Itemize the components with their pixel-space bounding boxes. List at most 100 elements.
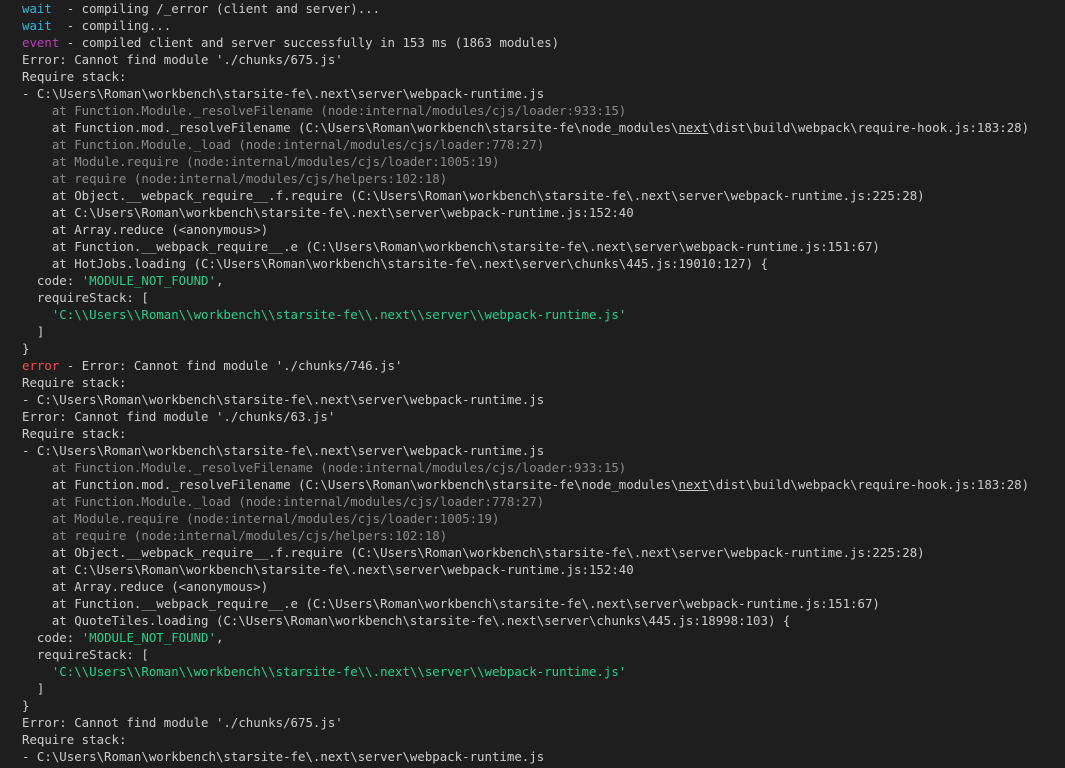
- terminal-text-segment: at Object.__webpack_require__.f.require …: [22, 188, 925, 203]
- terminal-text-segment: - C:\Users\Roman\workbench\starsite-fe\.…: [22, 392, 545, 407]
- terminal-text-segment: - C:\Users\Roman\workbench\starsite-fe\.…: [22, 443, 545, 458]
- terminal-text-segment: at Function.Module._load (node:internal/…: [22, 494, 545, 509]
- terminal-line: 'C:\\Users\\Roman\\workbench\\starsite-f…: [22, 306, 626, 323]
- terminal-text-segment: at Function.mod._resolveFilename (C:\Use…: [22, 477, 679, 492]
- terminal-text-segment: at require (node:internal/modules/cjs/he…: [22, 171, 448, 186]
- terminal-text-segment: ]: [22, 681, 45, 696]
- terminal-text-segment: - compiling...: [51, 18, 172, 33]
- terminal-line: - C:\Users\Roman\workbench\starsite-fe\.…: [22, 391, 544, 408]
- terminal-line: event - compiled client and server succe…: [22, 34, 559, 51]
- terminal-line: - C:\Users\Roman\workbench\starsite-fe\.…: [22, 442, 544, 459]
- terminal-text-segment: at C:\Users\Roman\workbench\starsite-fe\…: [22, 562, 634, 577]
- terminal-line: Require stack:: [22, 68, 126, 85]
- terminal-line: at Function.Module._resolveFilename (nod…: [22, 459, 626, 476]
- terminal-line: Error: Cannot find module './chunks/675.…: [22, 51, 343, 68]
- terminal-text-segment: ,: [215, 273, 224, 288]
- terminal-line: }: [22, 340, 29, 357]
- terminal-text-segment: at Array.reduce (<anonymous>): [22, 222, 269, 237]
- terminal-text-segment: Error: Cannot find module './chunks/675.…: [22, 715, 343, 730]
- terminal-text-segment: at Module.require (node:internal/modules…: [22, 511, 500, 526]
- terminal-text-segment: Error: Cannot find module './chunks/63.j…: [22, 409, 336, 424]
- terminal-text-segment: - C:\Users\Roman\workbench\starsite-fe\.…: [22, 749, 545, 764]
- terminal-line: at Function.Module._load (node:internal/…: [22, 136, 544, 153]
- terminal-text-segment: at Function.Module._load (node:internal/…: [22, 137, 545, 152]
- terminal-link-text[interactable]: next: [678, 477, 708, 492]
- terminal-text-segment: \dist\build\webpack\require-hook.js:183:…: [708, 120, 1030, 135]
- terminal-text-segment: ]: [22, 324, 45, 339]
- terminal-line: 'C:\\Users\\Roman\\workbench\\starsite-f…: [22, 663, 626, 680]
- terminal-text-segment: - C:\Users\Roman\workbench\starsite-fe\.…: [22, 86, 545, 101]
- terminal-text-segment: at Object.__webpack_require__.f.require …: [22, 545, 925, 560]
- terminal-line: wait - compiling...: [22, 17, 171, 34]
- terminal-text-segment: at Array.reduce (<anonymous>): [22, 579, 269, 594]
- terminal-text-segment: at C:\Users\Roman\workbench\starsite-fe\…: [22, 205, 634, 220]
- terminal-text-segment: - compiling /_error (client and server).…: [51, 1, 381, 16]
- terminal-line: at Function.Module._resolveFilename (nod…: [22, 102, 626, 119]
- terminal-line: code: 'MODULE_NOT_FOUND',: [22, 272, 224, 289]
- terminal-line: at Function.mod._resolveFilename (C:\Use…: [22, 119, 1029, 136]
- terminal-line: wait - compiling /_error (client and ser…: [22, 0, 380, 17]
- terminal-line: at Function.__webpack_require__.e (C:\Us…: [22, 238, 880, 255]
- terminal-text-segment: wait: [22, 1, 52, 16]
- terminal-text-segment: Error: Cannot find module './chunks/675.…: [22, 52, 343, 67]
- terminal-text-segment: at Function.Module._resolveFilename (nod…: [22, 103, 627, 118]
- terminal-text-segment: }: [22, 341, 30, 356]
- terminal-text-segment: 'C:\\Users\\Roman\\workbench\\starsite-f…: [51, 307, 627, 322]
- terminal-line: code: 'MODULE_NOT_FOUND',: [22, 629, 224, 646]
- terminal-text-segment: error: [22, 358, 60, 373]
- terminal-text-segment: Require stack:: [22, 732, 127, 747]
- terminal-line: at require (node:internal/modules/cjs/he…: [22, 170, 447, 187]
- terminal-line: at Function.mod._resolveFilename (C:\Use…: [22, 476, 1029, 493]
- terminal-line: ]: [22, 323, 44, 340]
- terminal-line: at QuoteTiles.loading (C:\Users\Roman\wo…: [22, 612, 791, 629]
- terminal-text-segment: at Function.__webpack_require__.e (C:\Us…: [22, 596, 880, 611]
- terminal-line: error - Error: Cannot find module './chu…: [22, 357, 402, 374]
- terminal-output[interactable]: wait - compiling /_error (client and ser…: [0, 0, 1065, 768]
- terminal-line: at Object.__webpack_require__.f.require …: [22, 544, 925, 561]
- terminal-link-text[interactable]: next: [678, 120, 708, 135]
- terminal-line: at require (node:internal/modules/cjs/he…: [22, 527, 447, 544]
- terminal-line: at Array.reduce (<anonymous>): [22, 221, 268, 238]
- terminal-text-segment: Require stack:: [22, 426, 127, 441]
- terminal-text-segment: at Function.mod._resolveFilename (C:\Use…: [22, 120, 679, 135]
- terminal-line: at Module.require (node:internal/modules…: [22, 510, 500, 527]
- terminal-line: at Function.__webpack_require__.e (C:\Us…: [22, 595, 880, 612]
- terminal-text-segment: 'C:\\Users\\Roman\\workbench\\starsite-f…: [51, 664, 627, 679]
- terminal-text-segment: at Module.require (node:internal/modules…: [22, 154, 500, 169]
- terminal-line: Error: Cannot find module './chunks/63.j…: [22, 408, 335, 425]
- terminal-line: at Object.__webpack_require__.f.require …: [22, 187, 925, 204]
- terminal-text-segment: at Function.__webpack_require__.e (C:\Us…: [22, 239, 880, 254]
- terminal-line: at Module.require (node:internal/modules…: [22, 153, 500, 170]
- terminal-text-segment: code:: [22, 630, 82, 645]
- terminal-text-segment: - Error: Cannot find module './chunks/74…: [59, 358, 403, 373]
- terminal-line: Error: Cannot find module './chunks/675.…: [22, 714, 343, 731]
- terminal-line: ]: [22, 680, 44, 697]
- terminal-text-segment: }: [22, 698, 30, 713]
- terminal-line: Require stack:: [22, 731, 126, 748]
- terminal-line: at C:\Users\Roman\workbench\starsite-fe\…: [22, 204, 634, 221]
- terminal-line: at Array.reduce (<anonymous>): [22, 578, 268, 595]
- terminal-line: at Function.Module._load (node:internal/…: [22, 493, 544, 510]
- terminal-text-segment: - compiled client and server successfull…: [59, 35, 560, 50]
- terminal-line: at HotJobs.loading (C:\Users\Roman\workb…: [22, 255, 768, 272]
- terminal-text-segment: Require stack:: [22, 375, 127, 390]
- terminal-text-segment: 'MODULE_NOT_FOUND': [81, 630, 216, 645]
- terminal-line: Require stack:: [22, 425, 126, 442]
- terminal-text-segment: at QuoteTiles.loading (C:\Users\Roman\wo…: [22, 613, 791, 628]
- terminal-line: requireStack: [: [22, 646, 149, 663]
- terminal-line: }: [22, 697, 29, 714]
- terminal-line: - C:\Users\Roman\workbench\starsite-fe\.…: [22, 748, 544, 765]
- terminal-text-segment: at HotJobs.loading (C:\Users\Roman\workb…: [22, 256, 768, 271]
- terminal-text-segment: event: [22, 35, 60, 50]
- terminal-text-segment: wait: [22, 18, 52, 33]
- terminal-text-segment: at Function.Module._resolveFilename (nod…: [22, 460, 627, 475]
- terminal-text-segment: at require (node:internal/modules/cjs/he…: [22, 528, 448, 543]
- terminal-text-segment: Require stack:: [22, 69, 127, 84]
- terminal-text-segment: \dist\build\webpack\require-hook.js:183:…: [708, 477, 1030, 492]
- terminal-text-segment: ,: [215, 630, 224, 645]
- terminal-line: - C:\Users\Roman\workbench\starsite-fe\.…: [22, 85, 544, 102]
- terminal-text-segment: requireStack: [: [22, 647, 149, 662]
- terminal-text-segment: 'MODULE_NOT_FOUND': [81, 273, 216, 288]
